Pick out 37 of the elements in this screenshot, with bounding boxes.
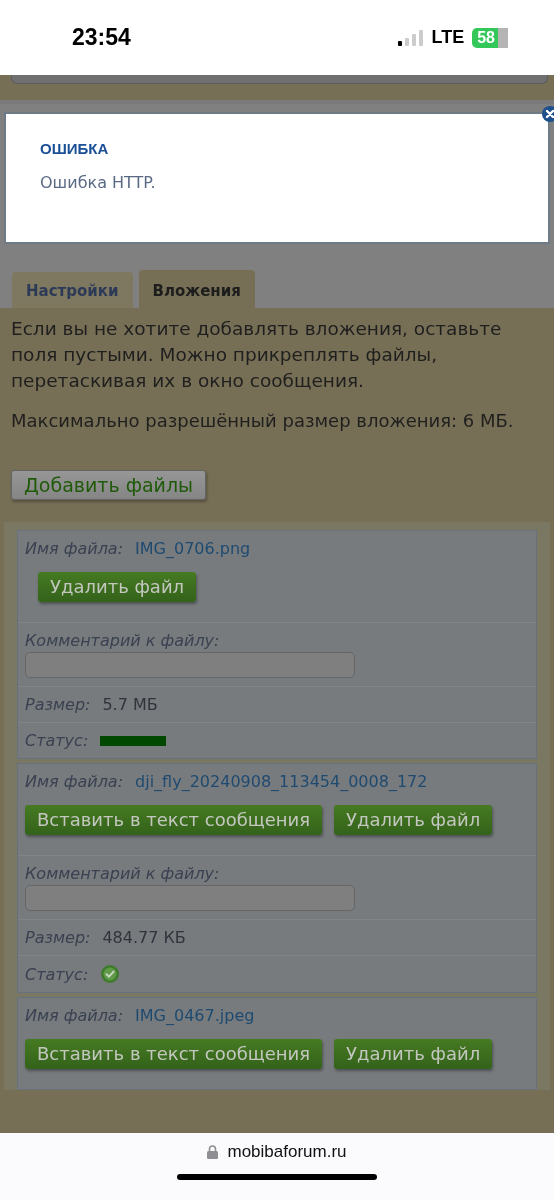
file-name: IMG_0706.png [135, 539, 251, 558]
battery-level: 58 [472, 27, 508, 48]
tab[interactable]: Вложения [138, 270, 255, 308]
text-area[interactable] [11, 75, 548, 84]
file-name: IMG_0467.jpeg [135, 1006, 255, 1025]
file-action-button[interactable]: Удалить файл [334, 1039, 493, 1069]
file-action-button[interactable]: Вставить в текст сообщения [25, 1039, 323, 1069]
field-label: Статус: [25, 964, 89, 984]
field-label: Размер: [25, 695, 91, 714]
file-action-button[interactable]: Удалить файл [334, 805, 493, 835]
clock-time: 23:54 [72, 24, 131, 51]
field-label: Статус: [25, 731, 89, 750]
intro-text: Если вы не хотите добавлять вложения, оставьте поля пустыми. Можно прикреплять файлы, перетаскивая их в окно сообщения. [11, 317, 503, 393]
close-icon[interactable] [542, 106, 554, 122]
lock-icon [207, 1145, 219, 1159]
field-label: Комментарий к файлу: [25, 631, 220, 650]
file-name: dji_fly_20240908_113454_0008_172 [135, 772, 428, 791]
file-action-button[interactable]: Удалить файл [38, 572, 197, 602]
signal-icon [397, 29, 424, 46]
comment-field[interactable] [25, 885, 355, 911]
url-text[interactable]: mobibaforum.ru [227, 1142, 347, 1162]
field-label: Имя файла: [25, 539, 124, 558]
field-label: Комментарий к файлу: [25, 864, 220, 883]
file-size: 484.77 КБ [102, 928, 186, 947]
network-label: LTE [431, 27, 465, 48]
check-icon [100, 964, 121, 984]
field-label: Размер: [25, 928, 91, 947]
max-size-text: Максимально разрешённый размер вложения: 6 МБ. [11, 409, 515, 433]
add-files-button[interactable]: Добавить файлы [11, 470, 207, 500]
dialog-title: ОШИБКА [40, 140, 110, 157]
tab[interactable]: Настройки [12, 272, 133, 308]
comment-field[interactable] [25, 652, 355, 678]
file-size: 5.7 МБ [102, 695, 158, 714]
dialog-message: Ошибка HTTP. [40, 173, 157, 192]
file-action-button[interactable]: Вставить в текст сообщения [25, 805, 323, 835]
field-label: Имя файла: [25, 772, 124, 791]
field-label: Имя файла: [25, 1006, 124, 1025]
